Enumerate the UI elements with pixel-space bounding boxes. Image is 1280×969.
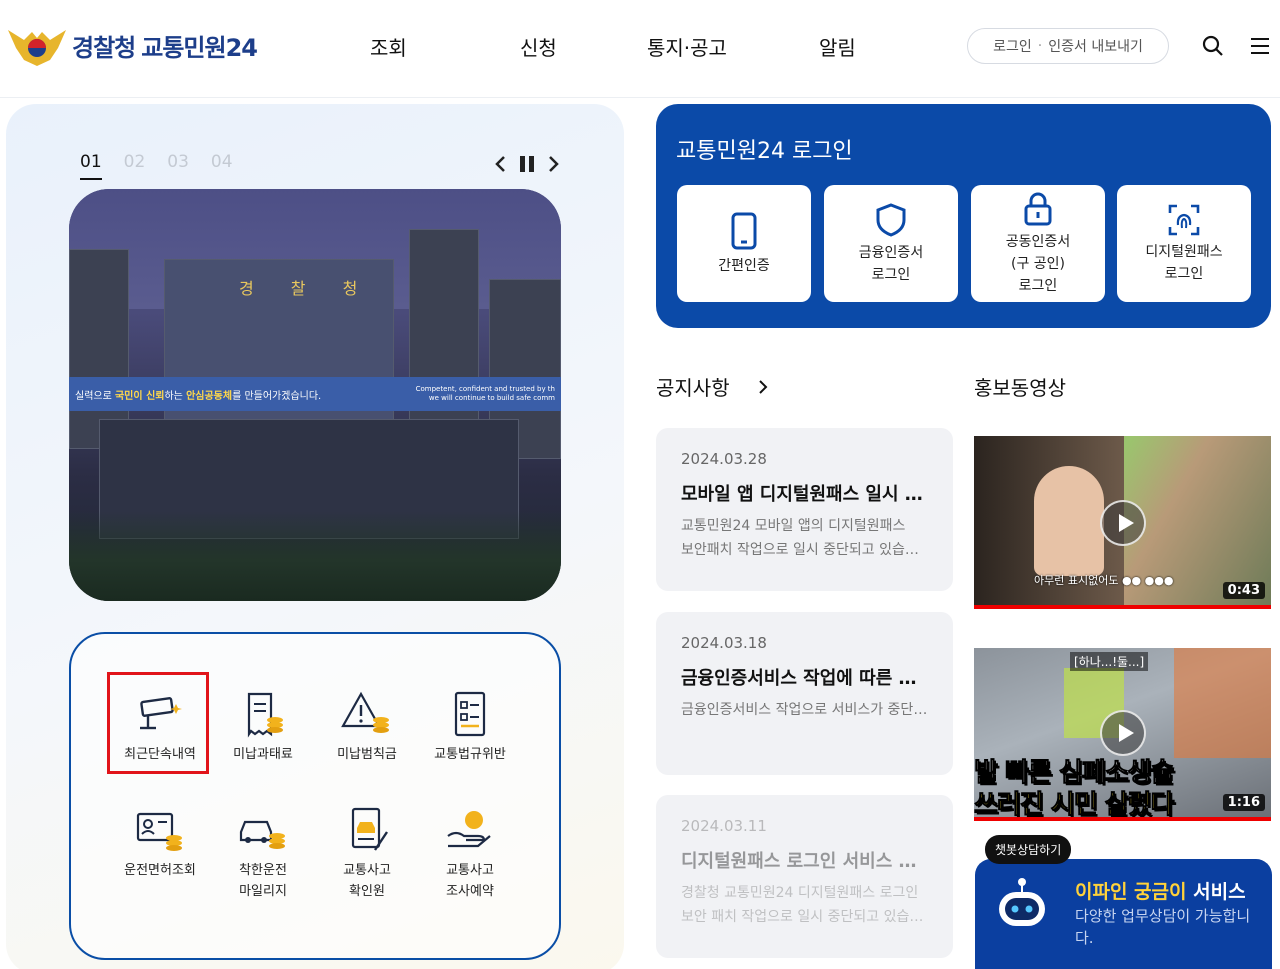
slide-page-3[interactable]: 03 (167, 152, 189, 180)
promo-video-2[interactable]: [하나...!둘...] 발 빠른 심폐소생술 쓰러진 시민 살렸다 1:16 (974, 648, 1271, 821)
notice-item[interactable]: 2024.03.28 모바일 앱 디지털원패스 일시 중단 안내 교통민원24 … (656, 428, 953, 591)
video-caption: 아무런 표시없어도 ●● ●●● (1034, 574, 1174, 587)
search-icon[interactable] (1201, 34, 1225, 58)
quick-label: 미납범칙금 (337, 747, 397, 762)
quick-label-line2: 확인원 (349, 884, 385, 899)
video-duration: 1:16 (1222, 794, 1265, 811)
slide-page-4[interactable]: 04 (211, 152, 233, 180)
login-link[interactable]: 로그인 (993, 36, 1032, 56)
video-top-caption: [하나...!둘...] (1070, 652, 1149, 671)
quick-license-lookup[interactable]: 운전면허조회 (108, 806, 212, 881)
notice-item[interactable]: 2024.03.18 금융인증서비스 작업에 따른 안내 금융인증서비스 작업으… (656, 612, 953, 775)
quick-label: 미납과태료 (233, 747, 293, 762)
video-headline-2: 쓰러진 시민 살렸다 (974, 790, 1175, 820)
quick-label: 교통사고 (343, 863, 391, 878)
slide-pagination: 01 02 03 04 (80, 152, 233, 180)
quick-accident-reservation[interactable]: 교통사고 조사예약 (418, 806, 522, 902)
quick-label-line2: 마일리지 (239, 884, 287, 899)
quick-good-driving-mileage[interactable]: 착한운전 마일리지 (211, 806, 315, 902)
video-section-title: 홍보동영상 (974, 376, 1066, 400)
next-slide-icon[interactable] (542, 152, 564, 176)
nav-notice[interactable]: 통지·공고 (647, 32, 727, 61)
selection-highlight (107, 672, 209, 774)
util-menu: 로그인 · 인증서 내보내기 (967, 28, 1169, 64)
shield-icon (876, 202, 906, 237)
video-duration: 0:43 (1222, 582, 1265, 599)
quick-accident-certificate[interactable]: 교통사고 확인원 (315, 806, 419, 902)
smartphone-icon (731, 212, 757, 249)
banner-english-slogan: Competent, confident and trusted by th we… (415, 385, 555, 402)
chatbot-title: 이파인 궁금이 서비스 (1075, 881, 1246, 903)
quick-label-line2: 조사예약 (446, 884, 494, 899)
building-sign: 경 찰 청 (239, 279, 374, 298)
site-logo[interactable]: 경찰청 교통민원24 (6, 22, 258, 68)
digital-onepass-button[interactable]: 디지털원패스 로그인 (1117, 185, 1251, 302)
menu-icon[interactable] (1248, 34, 1272, 58)
main-banner[interactable]: 경 찰 청 실력으로 국민이 신뢰하는 안심공동체를 만들어가겠습니다. Com… (69, 189, 561, 601)
quick-unpaid-fine[interactable]: 미납과태료 (211, 690, 315, 765)
banner-slogan-band: 실력으로 국민이 신뢰하는 안심공동체를 만들어가겠습니다. Competent… (69, 377, 561, 411)
chatbot-description: 다양한 업무상담이 가능합니다. (1075, 907, 1251, 947)
banner-slogan: 실력으로 국민이 신뢰하는 안심공동체를 만들어가겠습니다. (75, 390, 322, 402)
logo-org: 경찰청 (72, 33, 136, 62)
logo-service: 교통민원24 (141, 33, 258, 62)
receipt-coin-icon (247, 692, 283, 738)
simple-auth-button[interactable]: 간편인증 (677, 185, 811, 302)
car-document-icon (351, 807, 388, 851)
play-icon[interactable] (1100, 500, 1146, 546)
lock-icon (1024, 192, 1052, 225)
notice-section-title[interactable]: 공지사항 (656, 372, 730, 401)
login-title: 교통민원24 로그인 (676, 139, 853, 164)
prev-slide-icon[interactable] (490, 152, 512, 176)
quick-traffic-violation[interactable]: 교통법규위반 (418, 690, 522, 765)
notice-item[interactable]: 2024.03.11 디지털원패스 로그인 서비스 중단 안내 경찰청 교통민원… (656, 795, 953, 958)
fingerprint-icon (1168, 204, 1200, 235)
pause-icon[interactable] (516, 152, 538, 176)
financial-cert-button[interactable]: 금융인증서 로그인 (824, 185, 958, 302)
nav-alerts[interactable]: 알림 (819, 32, 856, 61)
joint-cert-button[interactable]: 공동인증서 (구 공인) 로그인 (971, 185, 1105, 302)
quick-label: 운전면허조회 (124, 863, 196, 878)
nav-apply[interactable]: 신청 (520, 32, 557, 61)
warning-coin-icon (341, 691, 389, 733)
cert-export-link[interactable]: 인증서 내보내기 (1048, 36, 1143, 56)
play-icon[interactable] (1100, 710, 1146, 756)
license-card-icon (136, 812, 182, 851)
nav-lookup[interactable]: 조회 (370, 32, 407, 61)
slide-page-1[interactable]: 01 (80, 152, 102, 180)
separator: · (1037, 38, 1043, 54)
chevron-right-icon[interactable] (756, 378, 770, 396)
police-emblem-icon (8, 30, 66, 66)
quick-label: 교통법규위반 (434, 747, 506, 762)
header: 경찰청 교통민원24 조회 신청 통지·공고 알림 로그인 · 인증서 내보내기 (0, 0, 1280, 98)
promo-video-1[interactable]: 아무런 표시없어도 ●● ●●● 0:43 (974, 436, 1271, 609)
car-coin-icon (239, 820, 285, 849)
hand-coin-icon (447, 811, 491, 848)
chatbot-tooltip[interactable]: 챗봇상담하기 (985, 835, 1072, 864)
document-checklist-icon (454, 691, 486, 737)
chatbot-robot-icon (999, 878, 1045, 926)
slide-page-2[interactable]: 02 (124, 152, 146, 180)
quick-unpaid-penalty[interactable]: 미납범칙금 (315, 690, 419, 765)
quick-label: 착한운전 (239, 863, 287, 878)
quick-label: 교통사고 (446, 863, 494, 878)
